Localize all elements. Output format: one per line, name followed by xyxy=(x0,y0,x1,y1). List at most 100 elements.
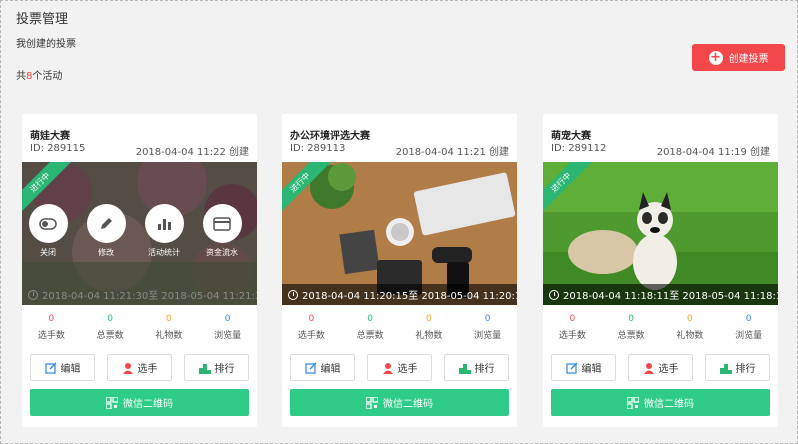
wechat-qr-button[interactable]: 微信二维码 xyxy=(551,389,770,416)
edit-op[interactable]: 修改 xyxy=(86,204,126,258)
views-label: 浏览量 xyxy=(735,331,763,341)
stats-op[interactable]: 活动统计 xyxy=(144,204,184,258)
card-stats: 0 选手数 0 总票数 0 礼物数 0 浏览量 xyxy=(282,314,517,341)
wechat-qr-label: 微信二维码 xyxy=(123,399,173,410)
time-range: 2018-04-04 11:21:30至 2018-05-04 11:21:30 xyxy=(22,284,257,305)
players-button[interactable]: 选手 xyxy=(107,354,172,381)
votes-label: 总票数 xyxy=(356,331,384,341)
edit-icon xyxy=(44,361,57,374)
op-label: 资金流水 xyxy=(206,248,238,257)
qr-code-icon xyxy=(627,396,639,409)
card-created: 2018-04-04 11:22 创建 xyxy=(135,147,249,158)
plus-icon: + xyxy=(708,49,723,65)
card-actions: 编辑 选手 排行 xyxy=(551,354,770,381)
wechat-qr-button[interactable]: 微信二维码 xyxy=(290,389,509,416)
rank-label: 排行 xyxy=(474,364,495,375)
card-image[interactable]: 进行中 关闭 修改 活动统计 资金流水 2018-04-04 11:21:30至… xyxy=(22,162,257,305)
gifts-label: 礼物数 xyxy=(415,331,443,341)
gifts-count: 0 xyxy=(687,314,693,324)
op-label: 活动统计 xyxy=(148,248,180,257)
wechat-qr-label: 微信二维码 xyxy=(644,399,694,410)
card-actions: 编辑 选手 排行 xyxy=(30,354,249,381)
user-icon xyxy=(643,362,654,374)
create-vote-button[interactable]: + 创建投票 xyxy=(692,44,785,71)
page-title: 投票管理 xyxy=(16,12,69,27)
rank-label: 排行 xyxy=(735,364,756,375)
views-count: 0 xyxy=(745,314,752,324)
card-image[interactable]: 进行中 2018-04-04 11:20:15至 2018-05-04 11:2… xyxy=(282,162,517,305)
wechat-qr-label: 微信二维码 xyxy=(383,399,433,410)
views-label: 浏览量 xyxy=(214,331,242,341)
card-icon xyxy=(213,216,231,231)
podium-icon xyxy=(719,363,732,374)
rank-label: 排行 xyxy=(214,364,235,375)
edit-button[interactable]: 编辑 xyxy=(290,354,355,381)
rank-button[interactable]: 排行 xyxy=(184,354,249,381)
votes-count: 0 xyxy=(107,314,113,324)
count-suffix: 个活动 xyxy=(32,71,63,82)
time-range: 2018-04-04 11:18:11至 2018-05-04 11:18:11 xyxy=(543,284,778,305)
count-prefix: 共 xyxy=(16,71,26,82)
user-icon xyxy=(122,362,133,374)
rank-button[interactable]: 排行 xyxy=(705,354,770,381)
activity-count: 共8个活动 xyxy=(16,67,62,82)
op-label: 关闭 xyxy=(40,248,56,257)
card-actions: 编辑 选手 排行 xyxy=(290,354,509,381)
card-id: ID: 289113 xyxy=(290,143,346,154)
wechat-qr-button[interactable]: 微信二维码 xyxy=(30,389,249,416)
qr-code-icon xyxy=(366,396,378,409)
time-range-text: 2018-04-04 11:18:11至 2018-05-04 11:18:11 xyxy=(563,291,778,302)
clock-icon xyxy=(288,289,298,300)
players-count: 0 xyxy=(48,314,55,324)
card-title: 萌宠大赛 xyxy=(551,131,591,142)
card-image[interactable]: 进行中 2018-04-04 11:18:11至 2018-05-04 11:1… xyxy=(543,162,778,305)
votes-count: 0 xyxy=(367,314,373,324)
user-icon xyxy=(382,362,393,374)
players-label: 选手数 xyxy=(558,331,586,341)
vote-card[interactable]: 萌娃大赛 ID: 289115 2018-04-04 11:22 创建 进行中 … xyxy=(22,114,257,427)
gifts-label: 礼物数 xyxy=(676,331,704,341)
votes-label: 总票数 xyxy=(96,331,124,341)
edit-label: 编辑 xyxy=(320,364,341,375)
votes-label: 总票数 xyxy=(617,331,645,341)
card-id: ID: 289115 xyxy=(30,143,86,154)
podium-icon xyxy=(458,363,471,374)
views-label: 浏览量 xyxy=(474,331,502,341)
players-count: 0 xyxy=(569,314,576,324)
card-created: 2018-04-04 11:19 创建 xyxy=(656,147,770,158)
edit-label: 编辑 xyxy=(60,364,81,375)
card-created: 2018-04-04 11:21 创建 xyxy=(395,147,509,158)
players-count: 0 xyxy=(308,314,315,324)
players-button[interactable]: 选手 xyxy=(367,354,432,381)
close-op[interactable]: 关闭 xyxy=(28,204,68,258)
vote-card[interactable]: 办公环境评选大赛 ID: 289113 2018-04-04 11:21 创建 … xyxy=(282,114,517,427)
time-range-text: 2018-04-04 11:20:15至 2018-05-04 11:20:15 xyxy=(302,291,517,302)
card-ops: 关闭 修改 活动统计 资金流水 xyxy=(28,204,242,258)
votes-count: 0 xyxy=(628,314,634,324)
time-range-text: 2018-04-04 11:21:30至 2018-05-04 11:21:30 xyxy=(42,291,257,302)
pencil-icon xyxy=(101,217,112,229)
create-vote-label: 创建投票 xyxy=(728,54,769,65)
card-stats: 0 选手数 0 总票数 0 礼物数 0 浏览量 xyxy=(543,314,778,341)
edit-button[interactable]: 编辑 xyxy=(551,354,616,381)
edit-button[interactable]: 编辑 xyxy=(30,354,95,381)
players-label: 选手 xyxy=(658,364,679,375)
card-meta: ID: 289113 2018-04-04 11:21 创建 xyxy=(290,143,509,158)
views-count: 0 xyxy=(484,314,491,324)
podium-icon xyxy=(198,363,211,374)
card-stats: 0 选手数 0 总票数 0 礼物数 0 浏览量 xyxy=(22,314,257,341)
vote-card[interactable]: 萌宠大赛 ID: 289112 2018-04-04 11:19 创建 进行中 … xyxy=(543,114,778,427)
edit-icon xyxy=(304,361,317,374)
rank-button[interactable]: 排行 xyxy=(444,354,509,381)
toggle-icon xyxy=(39,217,57,230)
clock-icon xyxy=(549,289,559,300)
gifts-label: 礼物数 xyxy=(155,331,183,341)
funds-op[interactable]: 资金流水 xyxy=(202,204,242,258)
qr-code-icon xyxy=(106,396,118,409)
edit-icon xyxy=(565,361,578,374)
players-button[interactable]: 选手 xyxy=(628,354,693,381)
clock-icon xyxy=(28,289,38,300)
views-count: 0 xyxy=(224,314,231,324)
card-title: 办公环境评选大赛 xyxy=(290,131,370,142)
players-label: 选手数 xyxy=(297,331,325,341)
